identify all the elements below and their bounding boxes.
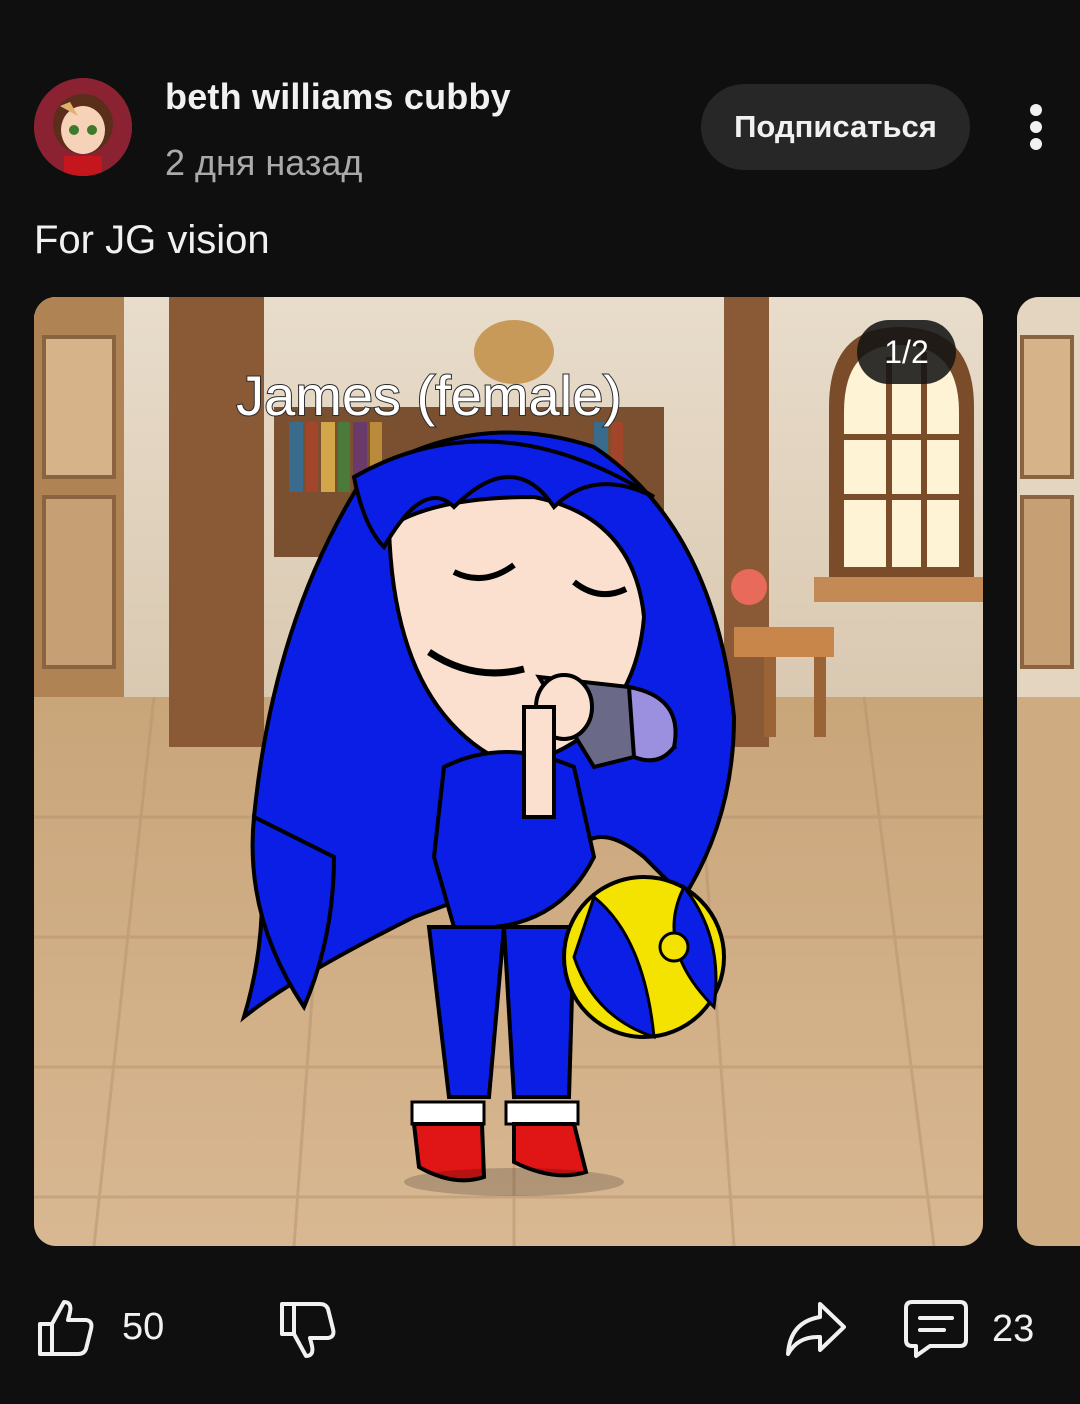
thumb-down-icon (278, 1300, 338, 1362)
thumb-up-icon (36, 1296, 96, 1358)
comment-count: 23 (992, 1307, 1035, 1350)
next-image-preview[interactable] (1017, 297, 1080, 1246)
post-text: For JG vision (34, 218, 270, 262)
like-button[interactable]: 50 (36, 1296, 164, 1358)
channel-avatar[interactable] (34, 78, 132, 176)
post-time: 2 дня назад (165, 142, 363, 183)
next-image-thumbnail (1017, 297, 1080, 1246)
channel-name[interactable]: beth williams cubby (165, 76, 511, 118)
image-caption: James (female) (236, 364, 622, 427)
like-count: 50 (122, 1305, 165, 1348)
post-image[interactable]: James (female) (34, 297, 983, 1246)
avatar-image (34, 78, 132, 176)
share-button[interactable] (784, 1300, 848, 1358)
image-counter-badge: 1/2 (857, 320, 956, 384)
post-image-illustration: James (female) (34, 297, 983, 1246)
share-icon (784, 1300, 848, 1358)
comment-icon (904, 1298, 968, 1360)
subscribe-button[interactable]: Подписаться (701, 84, 970, 170)
comments-button[interactable]: 23 (904, 1298, 1034, 1360)
dislike-button[interactable] (278, 1300, 338, 1362)
more-vert-icon (1030, 104, 1042, 150)
more-options-button[interactable] (1010, 96, 1062, 158)
